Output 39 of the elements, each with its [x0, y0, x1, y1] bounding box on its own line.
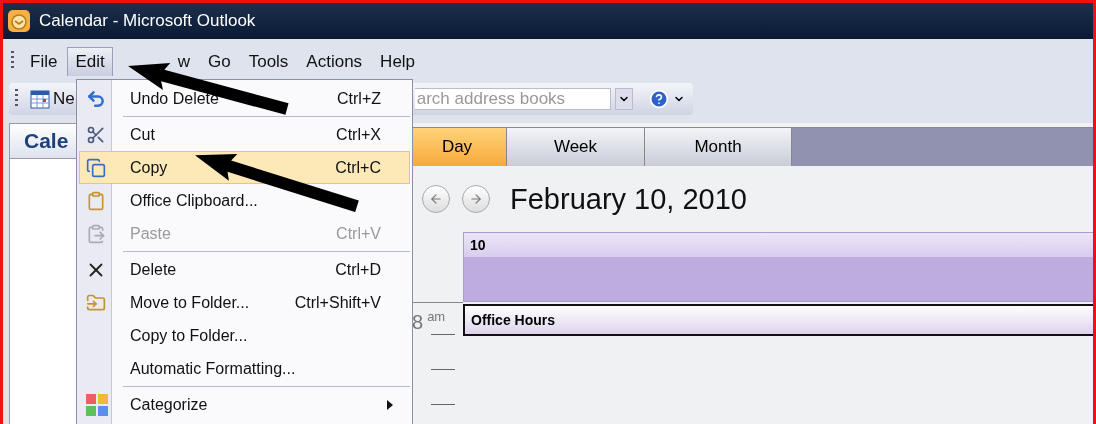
- toolbar-grip[interactable]: [15, 89, 18, 109]
- undo-icon: [86, 88, 106, 109]
- menu-option[interactable]: Delete Ctrl+D: [79, 253, 410, 286]
- menu-item[interactable]: Help: [372, 46, 424, 76]
- menu-item[interactable]: File: [22, 46, 66, 76]
- menu-item[interactable]: Actions: [298, 46, 371, 76]
- new-button[interactable]: Ne: [28, 87, 77, 111]
- search-field[interactable]: arch address books: [414, 88, 611, 110]
- paste-icon: [86, 223, 106, 244]
- menu-item[interactable]: Tools: [240, 46, 297, 76]
- window-title: Calendar - Microsoft Outlook: [39, 11, 256, 31]
- submenu-icon: [387, 399, 393, 410]
- calendar-icon: [30, 89, 50, 109]
- back-icon: [429, 192, 443, 206]
- menu-item[interactable]: Edit: [67, 46, 113, 76]
- forward-icon: [469, 192, 483, 206]
- day-number: 10: [464, 233, 1093, 257]
- menu-option[interactable]: Undo Delete Ctrl+Z: [79, 82, 410, 115]
- copy-icon: [86, 157, 106, 178]
- view-tab[interactable]: Week: [507, 128, 645, 166]
- hour-label: 8 $^{am}$: [412, 309, 446, 334]
- help-icon[interactable]: [648, 89, 669, 109]
- menu-option[interactable]: Automatic Formatting...: [79, 352, 410, 385]
- toolbar-grip[interactable]: [11, 51, 14, 71]
- menu-item[interactable]: w: [176, 52, 198, 70]
- clipboard-icon: [86, 190, 106, 211]
- date-heading: February 10, 2010: [510, 182, 747, 216]
- menu-option[interactable]: Move to Folder... Ctrl+Shift+V: [79, 286, 410, 319]
- menu-option[interactable]: Categorize: [79, 388, 410, 421]
- app-logo-icon: [7, 9, 31, 33]
- dropdown-button[interactable]: [614, 88, 633, 110]
- menu-option[interactable]: Office Clipboard...: [79, 184, 410, 217]
- scissors-icon: [86, 124, 106, 145]
- folder-icon: [86, 292, 106, 313]
- view-tab[interactable]: Month: [645, 128, 792, 166]
- menu-item[interactable]: Go: [200, 46, 239, 76]
- appointment[interactable]: Office Hours: [463, 304, 1093, 336]
- color-grid-icon: [86, 393, 108, 416]
- menu-option[interactable]: Copy to Folder...: [79, 319, 410, 352]
